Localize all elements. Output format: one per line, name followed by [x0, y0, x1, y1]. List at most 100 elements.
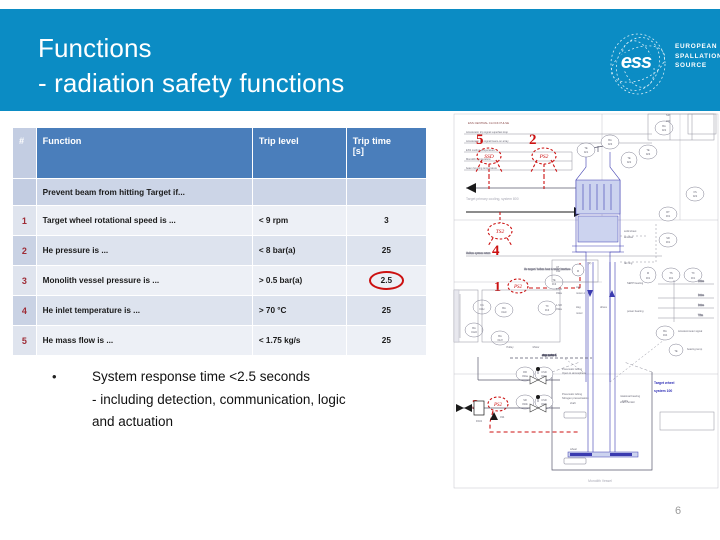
svg-text:301: 301: [669, 276, 674, 280]
label-target-wheel: Target wheel system 100: [654, 381, 675, 393]
instrument-tag: BA012f: [490, 330, 510, 346]
svg-text:Hsg: Hsg: [576, 305, 581, 309]
row-number: 5: [13, 326, 36, 355]
svg-text:SR: SR: [666, 236, 670, 240]
row-trip-level: < 9 rpm: [252, 206, 346, 235]
svg-text:Target primary cooling, system: Target primary cooling, system 800: [466, 197, 519, 201]
svg-text:301: 301: [666, 240, 671, 244]
subheader-trip-level: [252, 179, 346, 205]
annotation-tag-5: SSD: [484, 154, 494, 160]
svg-text:BA: BA: [662, 124, 666, 128]
svg-text:023: 023: [608, 142, 613, 146]
svg-text:Trim: Trim: [698, 313, 703, 317]
svg-text:012d: 012d: [471, 330, 477, 334]
pid-diagram: ESS CENTRAL CLOCK PULSE Accelerator trip…: [452, 112, 720, 490]
svg-text:SR: SR: [666, 113, 670, 117]
row-trip-level: < 8 bar(a): [252, 236, 346, 265]
logo-line-2: SPALLATION: [675, 52, 720, 60]
instrument-tag: XS022: [685, 186, 705, 202]
instrument-tag: BA023: [600, 134, 620, 150]
svg-text:CSD: CSD: [541, 398, 547, 402]
bullet-marker: •: [52, 369, 57, 384]
svg-text:032a: 032a: [556, 291, 562, 295]
row-number: 3: [13, 266, 36, 295]
svg-text:solid sheet: solid sheet: [624, 229, 637, 233]
ess-logo-text: EUROPEAN SPALLATION SOURCE: [675, 42, 720, 71]
instrument-tag: TE023: [638, 144, 658, 160]
svg-text:(Z): (Z): [588, 261, 591, 265]
annotation-number-2: 2: [529, 132, 537, 148]
svg-text:F034: F034: [476, 419, 482, 423]
page-title: Functions - radiation safety functions: [38, 31, 558, 101]
svg-text:CSD: CSD: [541, 370, 547, 374]
svg-text:rotational bearing: rotational bearing: [620, 394, 641, 398]
svg-text:1-SR: 1-SR: [556, 303, 562, 307]
row-trip-time: 3: [346, 206, 426, 235]
svg-text:032: 032: [556, 269, 561, 273]
svg-text:power bearing: power bearing: [627, 309, 644, 313]
diagram-caption: ESS CENTRAL CLOCK PULSE: [468, 121, 509, 125]
table-row: 4 He inlet temperature is ... > 70 °C 25: [13, 296, 426, 325]
bullet-item: System response time <2.5 seconds - incl…: [92, 366, 346, 434]
header-band: Functions - radiation safety functions e…: [0, 9, 720, 111]
svg-text:Drive: Drive: [698, 303, 705, 307]
annotation-tag-1: PS2: [513, 285, 523, 290]
subheader-trip-time: [346, 179, 426, 205]
trip-time-label: Trip time: [352, 136, 391, 146]
annotation-number-5: 5: [476, 132, 484, 148]
svg-text:022: 022: [662, 128, 667, 132]
svg-text:TE: TE: [552, 278, 556, 282]
functions-table: # Function Trip level Trip time [s] Prev…: [12, 127, 427, 356]
svg-text:034b: 034b: [522, 402, 528, 406]
instrument-tag: RT301: [658, 206, 678, 222]
annotation-tag-2: PS2: [539, 154, 549, 160]
svg-text:stop motor-1: stop motor-1: [542, 353, 557, 357]
title-line-1: Functions: [38, 33, 152, 63]
svg-text:M: M: [647, 271, 649, 275]
trip-time-unit: [s]: [352, 146, 364, 156]
svg-text:034: 034: [500, 415, 505, 419]
svg-text:TE: TE: [584, 146, 588, 150]
instrument-tag: TX013: [537, 300, 557, 316]
row-number: 1: [13, 206, 36, 235]
svg-text:Drive: Drive: [698, 279, 705, 283]
svg-text:AT: AT: [556, 265, 560, 269]
svg-text:ESS cooling temperature: ESS cooling temperature: [466, 148, 495, 152]
row-function: Monolith vessel pressure is ...: [36, 266, 252, 295]
svg-text:BA: BA: [502, 306, 506, 310]
row-trip-time: 25: [346, 326, 426, 355]
svg-text:XS: XS: [693, 190, 697, 194]
instrument-tag: TE021: [576, 142, 596, 158]
column-header-number: #: [13, 128, 36, 178]
row-trip-time: 25: [346, 236, 426, 265]
svg-text:drives: drives: [600, 305, 608, 309]
row-function: He inlet temperature is ...: [36, 296, 252, 325]
svg-text:032a: 032a: [556, 307, 562, 311]
svg-text:shaft: shaft: [570, 401, 576, 405]
svg-text:TX: TX: [545, 304, 549, 308]
subheader-function: Prevent beam from hitting Target if...: [36, 179, 252, 205]
instrument-tag: BA022: [654, 120, 674, 136]
svg-text:TE: TE: [627, 156, 631, 160]
svg-text:301: 301: [691, 276, 696, 280]
logo-line-3: SOURCE: [675, 62, 707, 70]
svg-text:SR: SR: [523, 398, 527, 402]
svg-text:ess: ess: [621, 51, 652, 73]
row-trip-time: 25: [346, 296, 426, 325]
row-number: 2: [13, 236, 36, 265]
svg-text:BA: BA: [472, 326, 476, 330]
svg-text:M: M: [577, 269, 579, 273]
svg-text:Hsg: Hsg: [576, 285, 581, 289]
row-trip-level: < 1.75 kg/s: [252, 326, 346, 355]
ess-logo-icon: ess: [610, 33, 666, 95]
instrument-tag: BA012c: [494, 302, 514, 318]
svg-text:301: 301: [666, 214, 671, 218]
svg-text:Accelerometer signal: Accelerometer signal: [678, 329, 703, 333]
svg-text:RR: RR: [523, 370, 527, 374]
svg-text:RT: RT: [666, 210, 670, 214]
svg-text:023: 023: [646, 152, 651, 156]
annotation-4: TS2 4: [487, 212, 513, 259]
svg-text:301: 301: [646, 276, 651, 280]
table-row: 1 Target wheel rotational speed is ... <…: [13, 206, 426, 235]
row-number: 4: [13, 296, 36, 325]
